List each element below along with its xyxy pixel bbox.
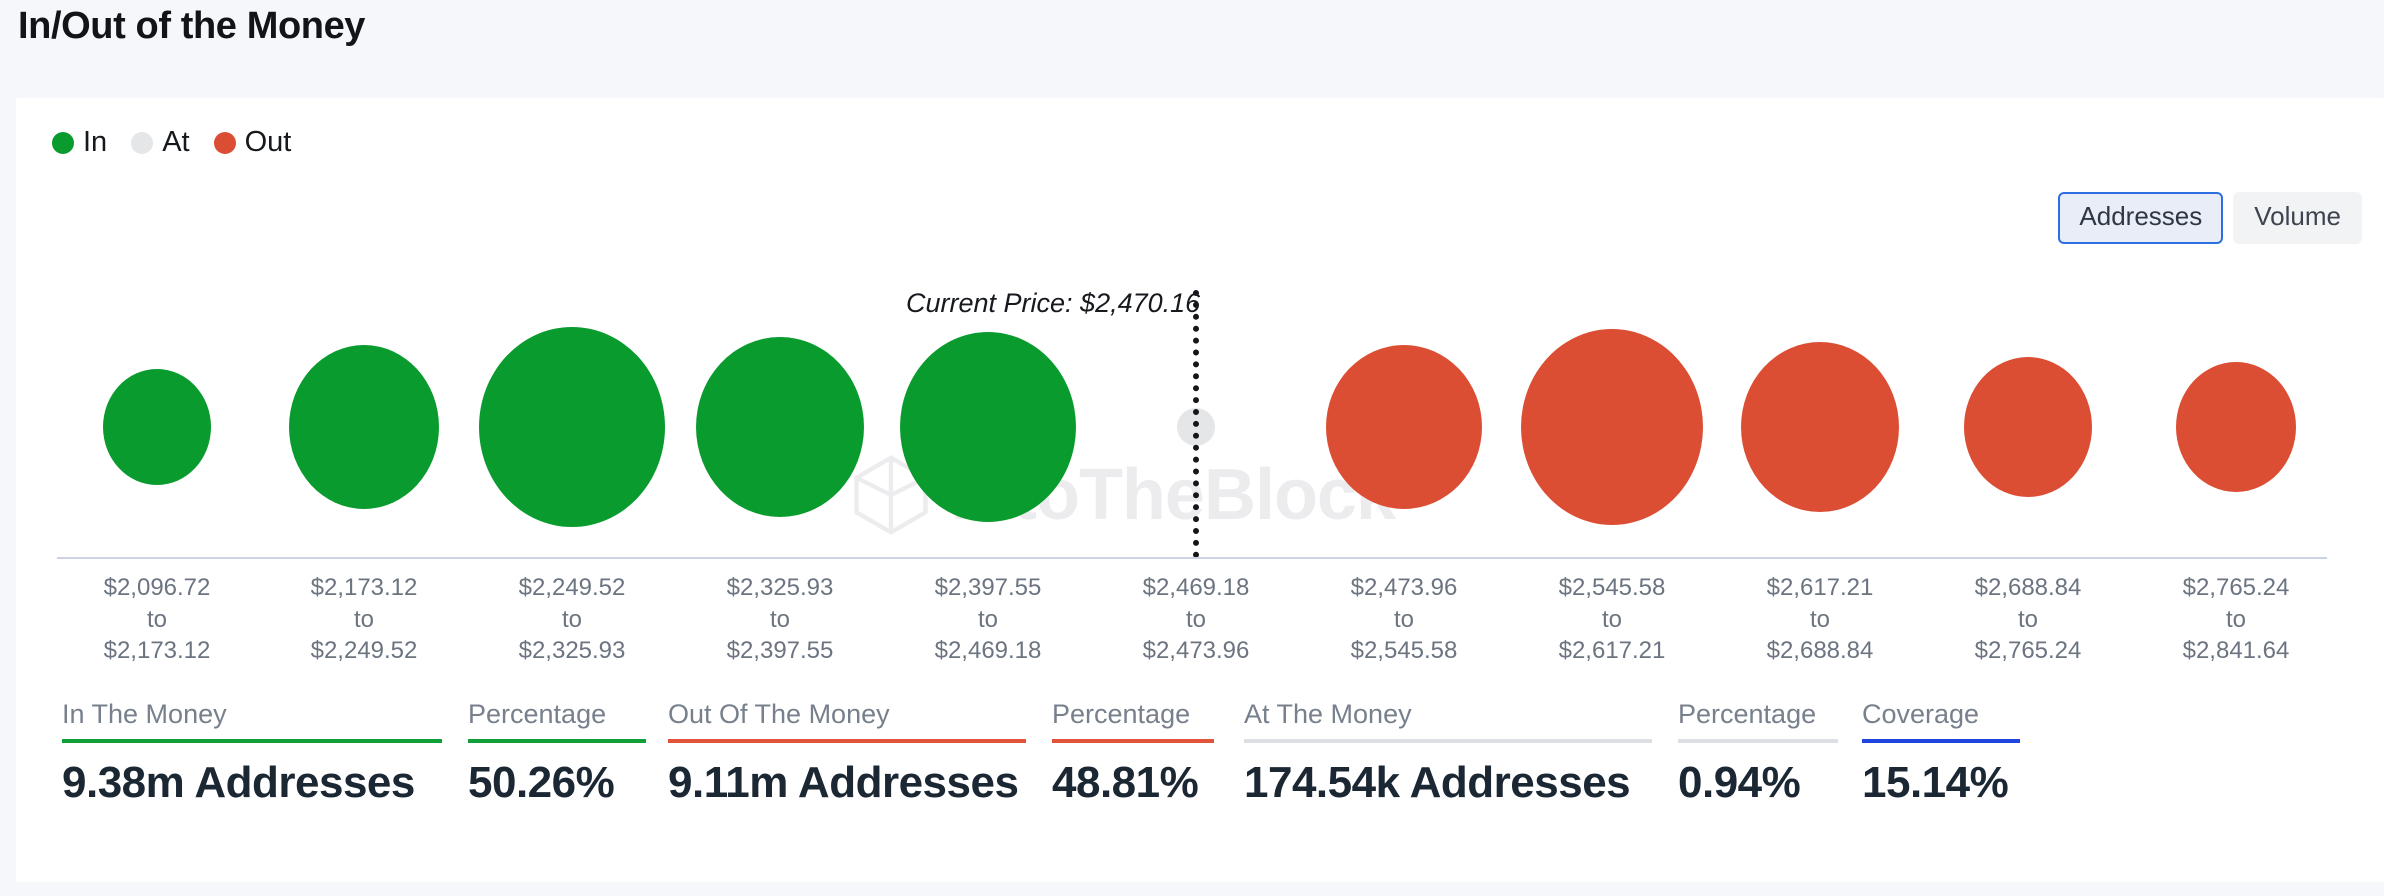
bubble-in-0[interactable]	[103, 369, 211, 485]
toggle-addresses-button[interactable]: Addresses	[2058, 192, 2224, 244]
bubble-out-6[interactable]	[1326, 345, 1482, 509]
bubble-out-9[interactable]	[1964, 357, 2092, 497]
legend-item-in[interactable]: In	[52, 128, 107, 157]
legend-item-out[interactable]: Out	[213, 126, 292, 158]
legend-dot-in	[52, 131, 74, 154]
stat-block: Percentage 50.26%	[468, 699, 646, 807]
bubble-out-8[interactable]	[1741, 342, 1899, 512]
legend-dot-out	[213, 131, 236, 154]
stat-value: 9.11m Addresses	[668, 757, 1019, 807]
bubble-in-3[interactable]	[696, 337, 864, 517]
legend-label: At	[162, 126, 190, 158]
bubble-out-10[interactable]	[2176, 362, 2296, 492]
stat-block: Percentage 48.81%	[1052, 699, 1214, 807]
legend-label: Out	[244, 126, 292, 158]
stat-block: Out Of The Money 9.11m Addresses	[668, 699, 1026, 807]
bubble-in-4[interactable]	[900, 332, 1076, 522]
stat-block: Coverage 15.14%	[1862, 699, 2020, 807]
stat-block: At The Money 174.54k Addresses	[1244, 699, 1652, 807]
bubble-in-1[interactable]	[289, 345, 439, 509]
bubble-in-2[interactable]	[479, 327, 665, 527]
stat-label: In The Money	[62, 699, 227, 729]
metric-toggle-group[interactable]: Addresses Volume	[2058, 192, 2362, 244]
stat-label: Percentage	[1052, 699, 1191, 729]
stat-block: In The Money 9.38m Addresses	[62, 699, 442, 807]
stat-value: 50.26%	[468, 757, 615, 807]
toggle-volume-button[interactable]: Volume	[2233, 192, 2362, 244]
stat-label: Percentage	[468, 699, 607, 729]
stat-label: Coverage	[1862, 699, 1980, 729]
legend-label: In	[83, 126, 108, 158]
chart-legend: In At Out	[52, 128, 315, 157]
bubble-at-5[interactable]	[1177, 408, 1215, 446]
bubble-out-7[interactable]	[1521, 329, 1703, 525]
stat-label: Percentage	[1678, 699, 1817, 729]
page-root: In/Out of the Money In At Out Addresses Vol…	[0, 0, 2384, 896]
legend-item-at[interactable]: At	[131, 126, 190, 158]
stat-block: Percentage 0.94%	[1678, 699, 1838, 807]
stat-value: 0.94%	[1678, 757, 1801, 807]
page-title: In/Out of the Money	[18, 5, 366, 47]
stat-value: 48.81%	[1052, 757, 1199, 807]
stat-value: 9.38m Addresses	[62, 757, 415, 807]
stat-value: 15.14%	[1862, 757, 2009, 807]
legend-dot-at	[131, 131, 154, 154]
stat-value: 174.54k Addresses	[1244, 757, 1631, 807]
stat-label: Out Of The Money	[668, 699, 890, 729]
stat-label: At The Money	[1244, 699, 1412, 729]
